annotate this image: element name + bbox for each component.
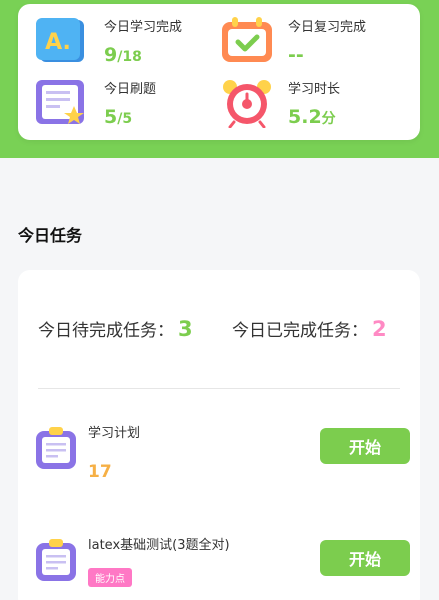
pending-tasks-summary: 今日待完成任务： 3 — [38, 316, 193, 341]
stat-value: -- — [288, 44, 304, 66]
stat-study-duration[interactable]: 学习时长 5.2分 — [218, 78, 340, 130]
stat-review-completed[interactable]: 今日复习完成 -- — [218, 16, 366, 68]
stat-value: 5/5 — [104, 106, 133, 128]
task-item-latex-test[interactable]: latex基础测试(3题全对) 能力点 开始 — [18, 532, 420, 600]
ability-tag: 能力点 — [88, 568, 132, 587]
today-tasks-card: 今日待完成任务： 3 今日已完成任务： 2 学习计划 17 开始 latex基础… — [18, 270, 420, 600]
alarm-clock-icon — [218, 78, 276, 129]
task-count: 17 — [88, 462, 112, 482]
done-tasks-summary: 今日已完成任务： 2 — [232, 316, 387, 341]
stat-exercises[interactable]: 今日刷题 5/5 — [34, 78, 156, 130]
letter-a-book-icon: A. — [34, 16, 92, 66]
section-title: 今日任务 — [18, 226, 83, 245]
task-name: latex基础测试(3题全对) — [88, 538, 230, 553]
task-item-study-plan[interactable]: 学习计划 17 开始 — [18, 420, 420, 510]
svg-text:A.: A. — [45, 30, 71, 55]
daily-stats-card: A. 今日学习完成 9/18 今日复习完成 -- 今日刷题 5/5 学习时长 5… — [18, 4, 420, 140]
stat-study-completed[interactable]: A. 今日学习完成 9/18 — [34, 16, 182, 68]
stat-value: 9/18 — [104, 44, 142, 66]
calendar-check-icon — [218, 16, 276, 66]
clipboard-icon — [34, 426, 78, 470]
stat-label: 今日复习完成 — [288, 20, 367, 35]
stat-label: 今日学习完成 — [104, 20, 183, 35]
pending-label: 今日待完成任务： — [38, 321, 174, 341]
divider — [38, 388, 400, 389]
clipboard-icon — [34, 538, 78, 582]
stat-label: 今日刷题 — [104, 82, 157, 97]
done-count: 2 — [372, 317, 387, 341]
stat-value: 5.2分 — [288, 106, 336, 128]
stat-label: 学习时长 — [288, 82, 341, 97]
notebook-star-icon — [34, 78, 92, 128]
start-button[interactable]: 开始 — [320, 428, 410, 464]
start-button[interactable]: 开始 — [320, 540, 410, 576]
done-label: 今日已完成任务： — [232, 321, 368, 341]
task-name: 学习计划 — [88, 426, 141, 441]
pending-count: 3 — [178, 317, 193, 341]
